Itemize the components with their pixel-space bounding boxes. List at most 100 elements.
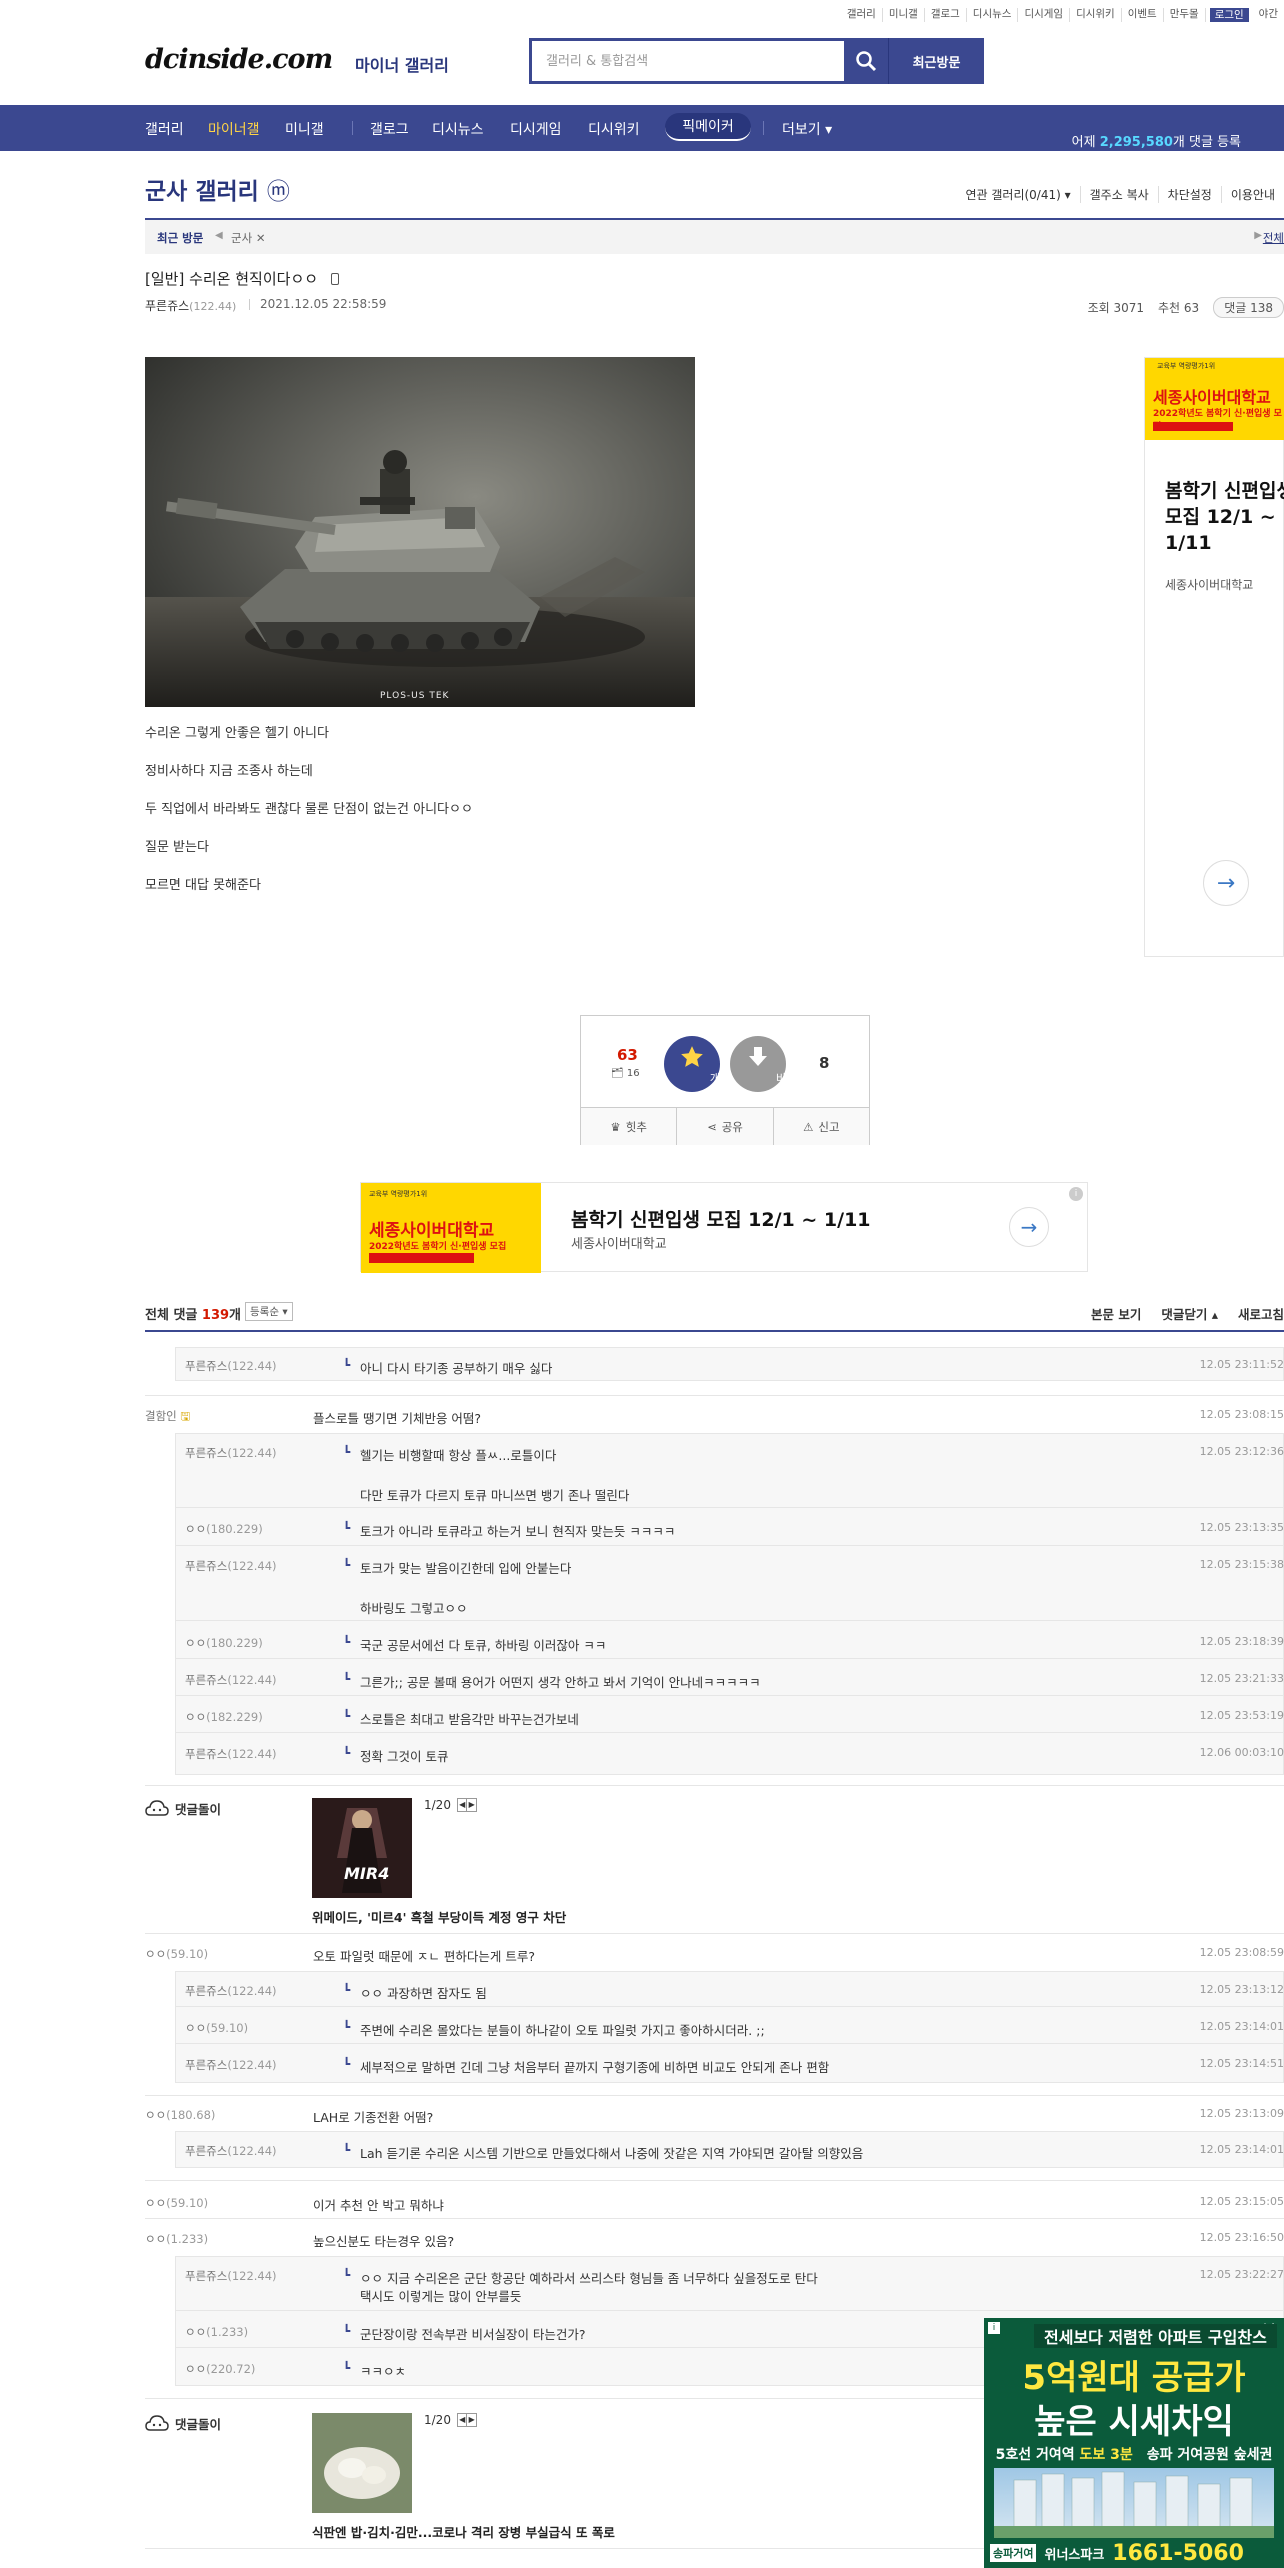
comment-sort-select[interactable]: 등록순 ▾ [245, 1302, 293, 1321]
close-comments-button[interactable]: 댓글닫기 ▴ [1161, 1304, 1218, 1323]
gnb-dcnews[interactable]: 디시뉴스 [432, 119, 484, 139]
comment-bot-caption[interactable]: 식판엔 밥·김치·김만...코로나 격리 장병 부실급식 또 폭로 [312, 2522, 615, 2541]
upvote-button[interactable]: 개념 [664, 1036, 730, 1092]
comment-nick[interactable]: ㅇㅇ(1.233) [185, 2324, 248, 2340]
gnb-gallery[interactable]: 갤러리 [145, 119, 184, 139]
post-author[interactable]: 푸른쥬스(122.44) [145, 297, 236, 314]
pager-buttons[interactable]: ◀ ▶ [456, 2413, 477, 2427]
nav-dcgame[interactable]: 디시게임 [1018, 8, 1071, 22]
comment-nick[interactable]: ㅇㅇ(59.10) [185, 2020, 248, 2036]
chevron-right-icon[interactable]: ▶ [1254, 230, 1262, 241]
comment-text: 토크가 맞는 발음이긴한데 입에 안붙는다 [360, 1561, 572, 1576]
comment-nick[interactable]: ㅇㅇ(180.68) [145, 2107, 215, 2123]
search-box [529, 38, 847, 84]
next-icon[interactable]: ▶ [466, 2414, 476, 2426]
comments-header-actions: 본문 보기 댓글닫기 ▴ 새로고침 [1091, 1304, 1284, 1323]
nav-event[interactable]: 이벤트 [1122, 8, 1164, 22]
floating-ad[interactable]: i ✕ 전세보다 저렴한 아파트 구입찬스 5억원대 공급가 높은 시세차익 5… [984, 2318, 1284, 2568]
related-gallery-dropdown[interactable]: 연관 갤러리(0/41) ▾ [956, 186, 1081, 203]
comment-nick[interactable]: 푸른쥬스(122.44) [185, 2143, 277, 2159]
nav-dcnews[interactable]: 디시뉴스 [967, 8, 1019, 22]
gnb-gallog[interactable]: 갤로그 [370, 119, 409, 139]
recent-all-link[interactable]: 전체 [1263, 230, 1284, 246]
arrow-right-icon[interactable]: → [1009, 1207, 1049, 1247]
copy-address-button[interactable]: 갤주소 복사 [1081, 186, 1159, 203]
report-button[interactable]: ⚠ 신고 [773, 1108, 869, 1145]
comment-bot-caption[interactable]: 위메이드, '미르4' 흑철 부당이득 계정 영구 차단 [312, 1907, 566, 1926]
gnb-dcgame[interactable]: 디시게임 [510, 119, 562, 139]
downvote-button[interactable]: 비추 [730, 1036, 796, 1092]
gnb-pickmaker[interactable]: 픽메이커 [665, 113, 751, 141]
nav-gallog[interactable]: 갤로그 [925, 8, 967, 22]
prev-icon[interactable]: ◀ [458, 1799, 467, 1811]
nav-gallery[interactable]: 갤러리 [841, 8, 883, 22]
minor-gallery-label[interactable]: 마이너 갤러리 [355, 52, 449, 76]
post-date: 2021.12.05 22:58:59 [260, 297, 387, 311]
block-settings-button[interactable]: 차단설정 [1159, 186, 1222, 203]
nav-mandumall[interactable]: 만두몰 [1164, 8, 1206, 22]
nav-dcwiki[interactable]: 디시위키 [1070, 8, 1122, 22]
night-mode-toggle[interactable]: 야간 [1253, 8, 1284, 22]
gnb-dcwiki[interactable]: 디시위키 [588, 119, 640, 139]
ad-info-icon[interactable]: i [1069, 1187, 1083, 1201]
gallery-title[interactable]: 군사 갤러리 ⓜ [145, 172, 290, 206]
comment-nick[interactable]: 푸른쥬스(122.44) [185, 1558, 277, 1574]
comment-nick[interactable]: ㅇㅇ(1.233) [145, 2231, 208, 2247]
comment-nick[interactable]: 푸른쥬스(122.44) [185, 1746, 277, 1762]
gnb-divider [763, 121, 764, 135]
next-icon[interactable]: ▶ [466, 1799, 476, 1811]
recent-visit-button[interactable]: 최근방문 [888, 38, 984, 84]
comment-bot-image[interactable]: MIR4 [312, 1798, 412, 1898]
comment-nick[interactable]: ㅇㅇ(59.10) [145, 1946, 208, 1962]
gnb-more[interactable]: 더보기 ▾ [782, 119, 832, 139]
comment-nick[interactable]: 푸른쥬스(122.44) [185, 1358, 277, 1374]
recent-item-military[interactable]: 군사 ✕ [231, 230, 265, 246]
comment-nick[interactable]: ㅇㅇ(180.229) [185, 1521, 263, 1537]
search-button[interactable] [844, 38, 888, 84]
comment-nick[interactable]: 푸른쥬스(122.44) [185, 1983, 277, 1999]
comment-bot-image[interactable] [312, 2413, 412, 2513]
comment-nick[interactable]: 푸른쥬스(122.44) [185, 2057, 277, 2073]
share-button[interactable]: ⋖ 공유 [677, 1108, 774, 1145]
comment-nick[interactable]: ㅇㅇ(59.10) [145, 2195, 208, 2211]
ad-text: 세종사이버대학교 [1153, 388, 1271, 407]
comment-date: 12.05 23:16:50 [1199, 2231, 1284, 2244]
comment-nick[interactable]: 결함인 🖫 [145, 1408, 190, 1428]
comment-date: 12.05 23:14:01 [1199, 2020, 1284, 2033]
side-ad[interactable]: 교육부 역량평가1위 세종사이버대학교 2022학년도 봄학기 신·편입생 모집… [1144, 357, 1284, 957]
hit-recommend-button[interactable]: ♛ 힛추 [581, 1108, 678, 1145]
view-post-button[interactable]: 본문 보기 [1091, 1304, 1141, 1323]
nav-minigall[interactable]: 미니갤 [883, 8, 925, 22]
pager-buttons[interactable]: ◀ ▶ [456, 1798, 477, 1812]
comment-nick[interactable]: ㅇㅇ(182.229) [185, 1709, 263, 1725]
login-button[interactable]: 로그인 [1209, 8, 1249, 22]
comment-text: 주변에 수리온 몰았다는 분들이 하나같이 오토 파일럿 가지고 좋아하시더라.… [360, 2023, 765, 2038]
usage-guide-button[interactable]: 이용안내 [1222, 186, 1284, 203]
ad-info-icon[interactable]: i [988, 2322, 1000, 2334]
site-logo[interactable]: dcinside.com [145, 44, 333, 75]
arrow-right-icon[interactable]: → [1203, 860, 1249, 906]
comment-count-button[interactable]: 댓글 138 [1213, 297, 1284, 318]
comment-date: 12.05 23:15:05 [1199, 2195, 1284, 2208]
comment-text: 높으신분도 타는경우 있음? [313, 2234, 455, 2249]
comment-text: 다만 토큐가 다르지 토큐 마니쓰면 뱅기 존나 떨린다 [360, 1488, 630, 1503]
gnb-minor-gallery[interactable]: 마이너갤 [208, 119, 260, 139]
comment-nick[interactable]: 푸른쥬스(122.44) [185, 1672, 277, 1688]
float-ad-text: 5억원대 공급가 [1022, 2358, 1246, 2398]
comment-nick[interactable]: 푸른쥬스(122.44) [185, 2268, 277, 2284]
mid-ad[interactable]: 교육부 역량평가1위 세종사이버대학교 2022학년도 봄학기 신·편입생 모집… [360, 1182, 1088, 1273]
refresh-comments-button[interactable]: 새로고침 [1238, 1304, 1284, 1323]
post-image-tank[interactable]: PLOS-US TEK [145, 357, 695, 707]
ad-date-strip [369, 1253, 474, 1263]
prev-icon[interactable]: ◀ [458, 2414, 467, 2426]
search-input[interactable] [532, 41, 844, 81]
visitor-counter: 어제 2,295,580개 댓글 등록 [1071, 135, 1241, 150]
gnb-mini-gallery[interactable]: 미니갤 [285, 119, 324, 139]
thumbs-down-arrow-icon [749, 1047, 767, 1066]
comment-nick[interactable]: ㅇㅇ(180.229) [185, 1635, 263, 1651]
comment-nick[interactable]: ㅇㅇ(220.72) [185, 2361, 255, 2377]
comment-date: 12.05 23:15:38 [1199, 1558, 1284, 1571]
comment-nick[interactable]: 푸른쥬스(122.44) [185, 1445, 277, 1461]
chevron-left-icon[interactable]: ◀ [215, 230, 223, 241]
divider [176, 1695, 1283, 1696]
